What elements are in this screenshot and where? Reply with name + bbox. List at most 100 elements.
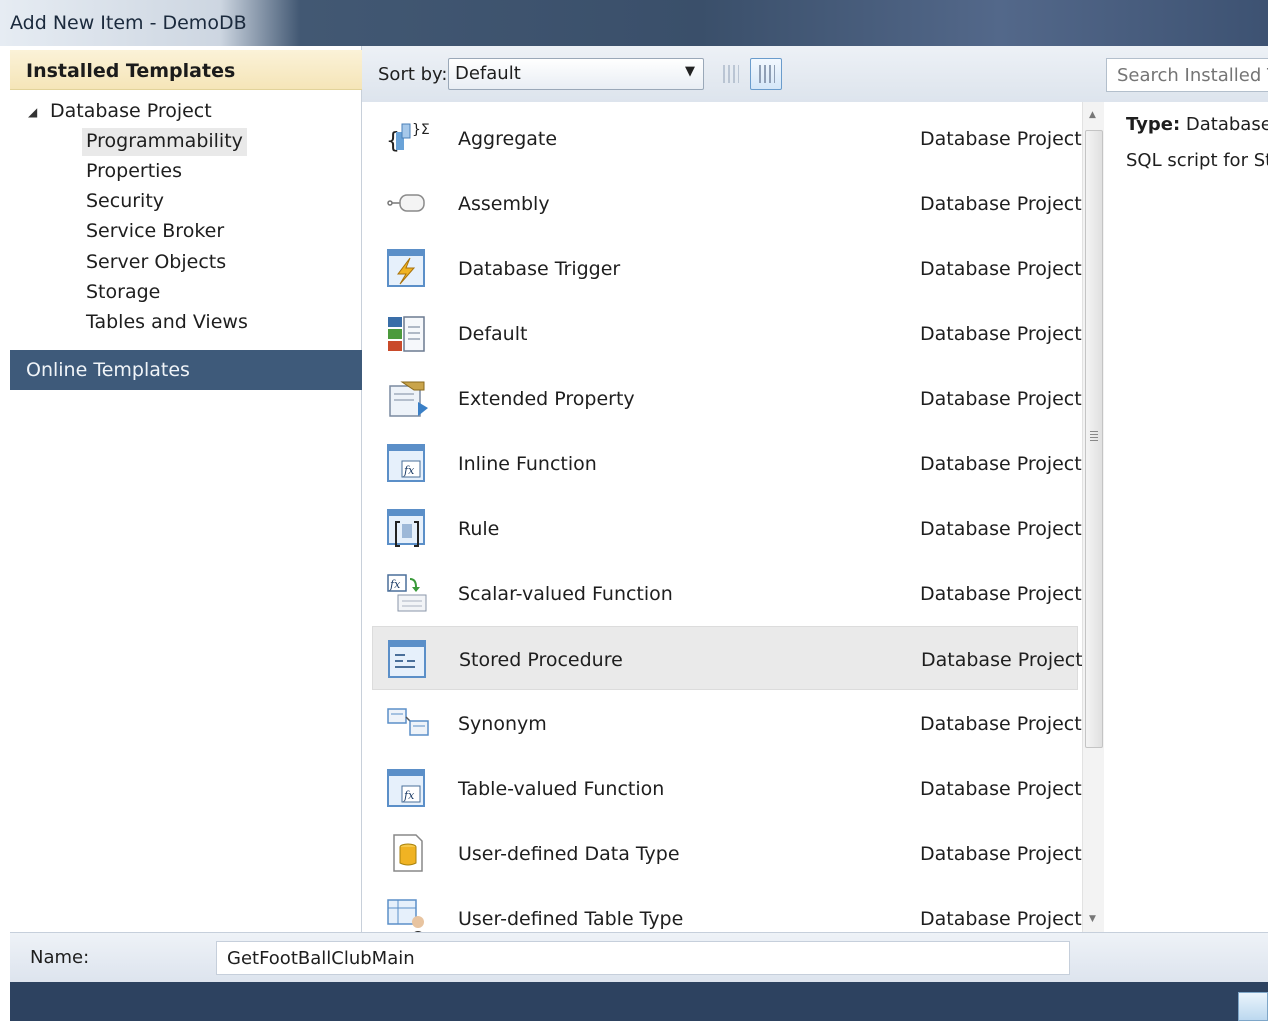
online-templates-label: Online Templates <box>26 359 190 381</box>
list-item-user-defined-table-type[interactable]: User-defined Table Type Database Project <box>372 886 1082 932</box>
svg-text:fx: fx <box>389 578 401 591</box>
item-name: Extended Property <box>458 388 635 410</box>
trigger-icon <box>387 249 425 287</box>
list-scrollbar[interactable]: ▲ ▼ <box>1082 102 1104 932</box>
expand-arrow-icon[interactable]: ◢ <box>28 105 50 119</box>
name-bar: Name: <box>10 932 1268 982</box>
svg-text:}Σ: }Σ <box>412 122 430 138</box>
list-item-scalar-valued-function[interactable]: fx Scalar-valued Function Database Proje… <box>372 561 1082 625</box>
tree-item-storage[interactable]: Storage <box>82 279 164 307</box>
template-list: { }Σ Aggregate Database Project Assembly… <box>362 102 1082 932</box>
scroll-thumb[interactable] <box>1085 130 1103 748</box>
item-category: Database Project <box>920 583 1082 605</box>
list-item-inline-function[interactable]: fx Inline Function Database Project <box>372 431 1082 495</box>
details-pane: Type: Database Project SQL script for St… <box>1104 102 1268 932</box>
item-name: Database Trigger <box>458 258 621 280</box>
small-icons-view-icon <box>723 65 739 83</box>
search-input[interactable] <box>1107 59 1268 91</box>
item-category: Database Project <box>920 518 1082 540</box>
template-description: SQL script for Stored Procedure <box>1126 150 1268 171</box>
title-bar: Add New Item - DemoDB <box>0 0 1268 46</box>
type-line: Type: Database Project <box>1126 114 1268 135</box>
tree-item-properties[interactable]: Properties <box>82 158 186 186</box>
list-view-icon <box>759 65 775 83</box>
search-box[interactable] <box>1106 58 1268 92</box>
list-item-synonym[interactable]: Synonym Database Project <box>372 691 1082 755</box>
name-input[interactable] <box>216 941 1070 975</box>
rule-icon <box>387 509 425 547</box>
item-name: Table-valued Function <box>458 778 665 800</box>
list-item-assembly[interactable]: Assembly Database Project <box>372 171 1082 235</box>
window-title: Add New Item - DemoDB <box>10 12 247 34</box>
tree-item-server-objects[interactable]: Server Objects <box>82 249 230 277</box>
item-name: Inline Function <box>458 453 597 475</box>
svg-text:fx: fx <box>403 464 415 477</box>
list-item-database-trigger[interactable]: Database Trigger Database Project <box>372 236 1082 300</box>
item-name: User-defined Data Type <box>458 843 680 865</box>
item-name: Scalar-valued Function <box>458 583 673 605</box>
scroll-down-arrow-icon[interactable]: ▼ <box>1089 914 1096 924</box>
online-templates-header[interactable]: Online Templates <box>10 350 362 390</box>
function-icon: fx <box>387 444 425 482</box>
installed-templates-header[interactable]: Installed Templates <box>10 50 362 90</box>
type-label: Type: <box>1126 114 1181 135</box>
grip-icon <box>1090 431 1098 441</box>
item-category: Database Project <box>920 713 1082 735</box>
item-category: Database Project <box>920 388 1082 410</box>
tree-item-database-project[interactable]: ◢ Database Project <box>28 100 212 128</box>
tree-item-tables-and-views[interactable]: Tables and Views <box>82 309 252 337</box>
aggregate-icon: { }Σ <box>386 122 430 154</box>
add-button[interactable] <box>1238 992 1268 1021</box>
name-label: Name: <box>30 947 90 968</box>
table-type-icon <box>387 899 424 932</box>
tree-item-service-broker[interactable]: Service Broker <box>82 218 228 246</box>
scroll-up-arrow-icon[interactable]: ▲ <box>1089 110 1096 120</box>
list-item-aggregate[interactable]: { }Σ Aggregate Database Project <box>372 106 1082 170</box>
item-category: Database Project <box>920 453 1082 475</box>
sort-by-dropdown[interactable]: Default ▼ <box>448 58 704 90</box>
function-icon: fx <box>387 769 425 807</box>
type-value: Database Project <box>1185 114 1268 135</box>
list-item-stored-procedure[interactable]: Stored Procedure Database Project <box>372 626 1082 690</box>
item-name: User-defined Table Type <box>458 908 684 930</box>
data-type-icon <box>393 834 423 872</box>
item-category: Database Project <box>920 258 1082 280</box>
list-item-default[interactable]: Default Database Project <box>372 301 1082 365</box>
small-icons-view-button[interactable] <box>714 58 746 90</box>
item-category: Database Project <box>920 843 1082 865</box>
template-categories-pane: Installed Templates ◢ Database Project Pr… <box>10 46 362 932</box>
default-icon <box>388 316 425 352</box>
tree-item-label: Database Project <box>50 100 212 122</box>
sort-by-label: Sort by: <box>378 64 448 85</box>
item-category: Database Project <box>920 778 1082 800</box>
window-frame <box>0 46 10 1021</box>
dropdown-arrow-icon: ▼ <box>685 64 695 79</box>
item-category: Database Project <box>920 193 1082 215</box>
list-item-table-valued-function[interactable]: fx Table-valued Function Database Projec… <box>372 756 1082 820</box>
item-name: Assembly <box>458 193 550 215</box>
svg-text:fx: fx <box>403 789 415 802</box>
list-item-extended-property[interactable]: Extended Property Database Project <box>372 366 1082 430</box>
item-category: Database Project <box>920 128 1082 150</box>
item-category: Database Project <box>921 649 1082 671</box>
stored-procedure-icon <box>388 640 426 678</box>
tree-item-security[interactable]: Security <box>82 188 168 216</box>
assembly-icon <box>387 194 425 212</box>
item-category: Database Project <box>920 908 1082 930</box>
item-category: Database Project <box>920 323 1082 345</box>
list-item-user-defined-data-type[interactable]: User-defined Data Type Database Project <box>372 821 1082 885</box>
sort-by-value: Default <box>455 63 521 84</box>
item-name: Default <box>458 323 528 345</box>
installed-templates-label: Installed Templates <box>26 60 236 82</box>
item-name: Aggregate <box>458 128 558 150</box>
button-bar <box>10 982 1268 1021</box>
toolbar: Sort by: Default ▼ <box>362 46 1268 102</box>
medium-icons-view-button[interactable] <box>750 58 782 90</box>
synonym-icon <box>387 708 429 736</box>
list-item-rule[interactable]: Rule Database Project <box>372 496 1082 560</box>
extended-property-icon <box>389 381 428 417</box>
item-name: Synonym <box>458 713 547 735</box>
tree-item-programmability[interactable]: Programmability <box>82 128 247 156</box>
item-name: Rule <box>458 518 500 540</box>
item-name: Stored Procedure <box>459 649 623 671</box>
